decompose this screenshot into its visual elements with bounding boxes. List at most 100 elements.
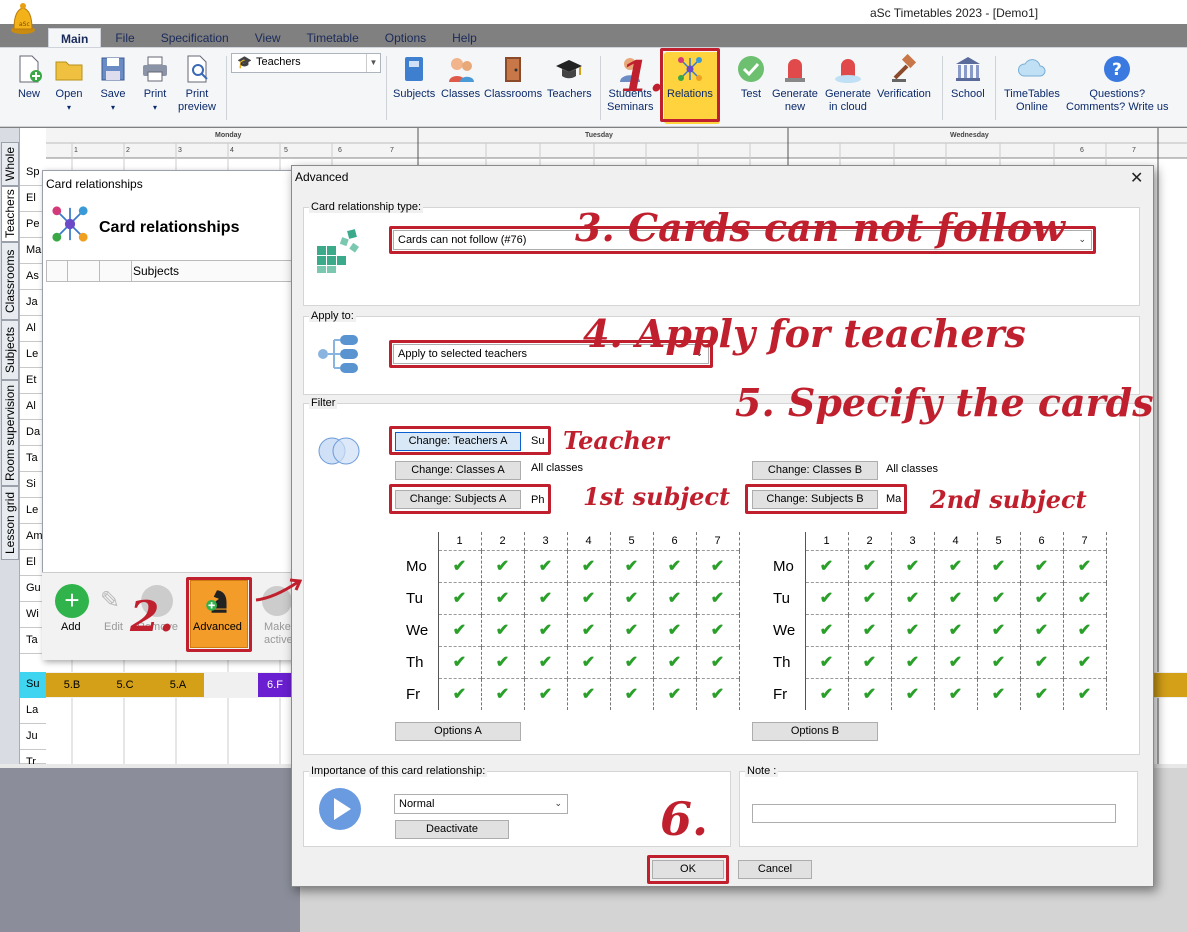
check-icon[interactable]: ✔ bbox=[891, 677, 935, 710]
subjects-button[interactable]: Subjects bbox=[393, 54, 435, 101]
day-label[interactable]: We bbox=[765, 614, 806, 646]
generate-new-button[interactable]: Generate new bbox=[772, 54, 818, 114]
check-icon[interactable]: ✔ bbox=[891, 581, 935, 614]
options-a-button[interactable]: Options A bbox=[395, 722, 521, 741]
period-header[interactable]: 2 bbox=[848, 532, 892, 550]
new-button[interactable]: New bbox=[14, 54, 44, 101]
check-icon[interactable]: ✔ bbox=[696, 549, 740, 582]
check-icon[interactable]: ✔ bbox=[481, 581, 525, 614]
check-icon[interactable]: ✔ bbox=[438, 549, 482, 582]
vtab-classrooms[interactable]: Classrooms bbox=[1, 242, 19, 320]
check-icon[interactable]: ✔ bbox=[524, 645, 568, 678]
open-button[interactable]: Open ▾ bbox=[54, 54, 84, 114]
check-icon[interactable]: ✔ bbox=[524, 613, 568, 646]
day-label[interactable]: We bbox=[398, 614, 439, 646]
check-icon[interactable]: ✔ bbox=[653, 581, 697, 614]
row-label[interactable]: La bbox=[20, 698, 46, 724]
check-icon[interactable]: ✔ bbox=[891, 645, 935, 678]
check-icon[interactable]: ✔ bbox=[848, 613, 892, 646]
change-classes-b-button[interactable]: Change: Classes B bbox=[752, 461, 878, 480]
lesson-card[interactable]: 5.C bbox=[98, 673, 152, 697]
check-icon[interactable]: ✔ bbox=[567, 549, 611, 582]
check-icon[interactable]: ✔ bbox=[1020, 581, 1064, 614]
period-header[interactable]: 6 bbox=[1020, 532, 1064, 550]
change-classes-a-button[interactable]: Change: Classes A bbox=[395, 461, 521, 480]
day-label[interactable]: Fr bbox=[765, 678, 806, 710]
period-header[interactable]: 5 bbox=[977, 532, 1021, 550]
check-icon[interactable]: ✔ bbox=[610, 581, 654, 614]
check-icon[interactable]: ✔ bbox=[567, 677, 611, 710]
check-icon[interactable]: ✔ bbox=[1063, 549, 1107, 582]
check-icon[interactable]: ✔ bbox=[805, 677, 849, 710]
edit-label[interactable]: Edit bbox=[104, 621, 123, 633]
cancel-button[interactable]: Cancel bbox=[738, 860, 812, 879]
check-icon[interactable]: ✔ bbox=[977, 613, 1021, 646]
check-icon[interactable]: ✔ bbox=[438, 677, 482, 710]
check-icon[interactable]: ✔ bbox=[438, 645, 482, 678]
check-icon[interactable]: ✔ bbox=[481, 645, 525, 678]
check-icon[interactable]: ✔ bbox=[805, 549, 849, 582]
asc-bell-logo-icon[interactable]: aSc bbox=[9, 2, 37, 36]
check-icon[interactable]: ✔ bbox=[977, 645, 1021, 678]
day-label[interactable]: Fr bbox=[398, 678, 439, 710]
check-icon[interactable]: ✔ bbox=[653, 677, 697, 710]
check-icon[interactable]: ✔ bbox=[891, 613, 935, 646]
period-header[interactable]: 2 bbox=[481, 532, 525, 550]
vtab-subjects[interactable]: Subjects bbox=[1, 320, 19, 380]
teachers-button[interactable]: Teachers bbox=[547, 54, 592, 101]
lesson-card[interactable] bbox=[1154, 673, 1187, 697]
check-icon[interactable]: ✔ bbox=[653, 549, 697, 582]
tab-help[interactable]: Help bbox=[440, 28, 489, 48]
check-icon[interactable]: ✔ bbox=[934, 645, 978, 678]
check-icon[interactable]: ✔ bbox=[696, 613, 740, 646]
vtab-room-supervision[interactable]: Room supervision bbox=[1, 380, 19, 486]
check-icon[interactable]: ✔ bbox=[567, 645, 611, 678]
print-preview-button[interactable]: Print preview bbox=[178, 54, 216, 114]
check-icon[interactable]: ✔ bbox=[1063, 677, 1107, 710]
day-label[interactable]: Mo bbox=[398, 550, 439, 582]
period-header[interactable]: 3 bbox=[891, 532, 935, 550]
period-header[interactable]: 4 bbox=[934, 532, 978, 550]
day-label[interactable]: Th bbox=[398, 646, 439, 678]
lesson-card[interactable]: 5.B bbox=[46, 673, 98, 697]
save-button[interactable]: Save ▾ bbox=[98, 54, 128, 114]
check-icon[interactable]: ✔ bbox=[934, 613, 978, 646]
check-icon[interactable]: ✔ bbox=[696, 645, 740, 678]
tab-main[interactable]: Main bbox=[48, 28, 102, 48]
row-label[interactable]: Ju bbox=[20, 724, 46, 750]
print-button[interactable]: Print ▾ bbox=[140, 54, 170, 114]
check-icon[interactable]: ✔ bbox=[891, 549, 935, 582]
check-icon[interactable]: ✔ bbox=[848, 581, 892, 614]
tab-view[interactable]: View bbox=[243, 28, 293, 48]
period-header[interactable]: 4 bbox=[567, 532, 611, 550]
generate-cloud-button[interactable]: Generate in cloud bbox=[825, 54, 871, 114]
lesson-card[interactable]: 5.A bbox=[152, 673, 204, 697]
period-header[interactable]: 1 bbox=[438, 532, 482, 550]
verification-button[interactable]: Verification bbox=[877, 54, 931, 101]
check-icon[interactable]: ✔ bbox=[567, 581, 611, 614]
test-button[interactable]: Test bbox=[736, 54, 766, 101]
options-b-button[interactable]: Options B bbox=[752, 722, 878, 741]
check-icon[interactable]: ✔ bbox=[934, 581, 978, 614]
check-icon[interactable]: ✔ bbox=[524, 677, 568, 710]
check-icon[interactable]: ✔ bbox=[977, 549, 1021, 582]
check-icon[interactable]: ✔ bbox=[848, 549, 892, 582]
check-icon[interactable]: ✔ bbox=[481, 677, 525, 710]
check-icon[interactable]: ✔ bbox=[1063, 581, 1107, 614]
check-icon[interactable]: ✔ bbox=[977, 677, 1021, 710]
classrooms-button[interactable]: Classrooms bbox=[484, 54, 542, 101]
check-icon[interactable]: ✔ bbox=[1020, 613, 1064, 646]
tab-timetable[interactable]: Timetable bbox=[295, 28, 371, 48]
add-icon[interactable]: + bbox=[55, 584, 89, 618]
period-header[interactable]: 7 bbox=[696, 532, 740, 550]
make-active-label[interactable]: Make active bbox=[264, 621, 293, 647]
row-label-su[interactable]: Su bbox=[20, 672, 46, 698]
check-icon[interactable]: ✔ bbox=[567, 613, 611, 646]
lesson-card[interactable]: 6.F bbox=[258, 673, 292, 697]
vtab-lesson-grid[interactable]: Lesson grid bbox=[1, 486, 19, 560]
tab-options[interactable]: Options bbox=[373, 28, 438, 48]
period-header[interactable]: 3 bbox=[524, 532, 568, 550]
check-icon[interactable]: ✔ bbox=[481, 549, 525, 582]
check-icon[interactable]: ✔ bbox=[934, 677, 978, 710]
check-icon[interactable]: ✔ bbox=[610, 645, 654, 678]
